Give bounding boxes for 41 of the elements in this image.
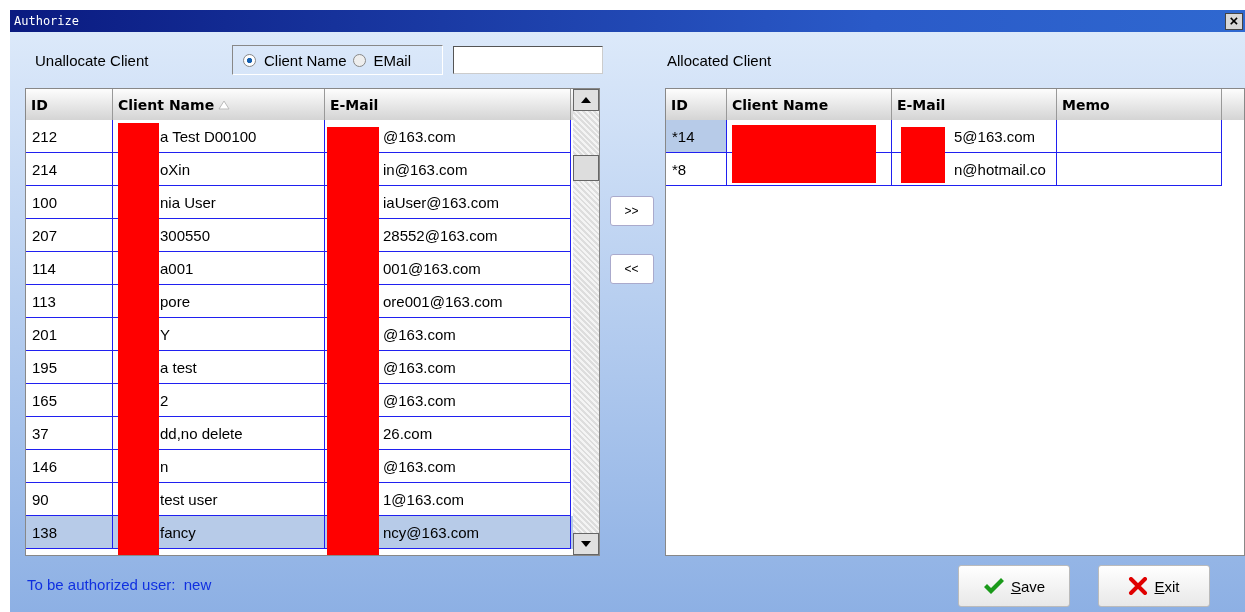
table-cell: 37	[26, 417, 113, 450]
search-by-radio[interactable]: EMail	[352, 51, 412, 69]
scroll-up-button[interactable]	[573, 89, 599, 111]
column-header[interactable]: Client Name	[727, 89, 892, 120]
status-text: To be authorized user: new	[26, 576, 213, 593]
scrollbar[interactable]	[573, 89, 599, 555]
table-cell: 100	[26, 186, 113, 219]
save-button[interactable]: Save	[958, 565, 1070, 607]
table-cell: 114	[26, 252, 113, 285]
scroll-down-button[interactable]	[573, 533, 599, 555]
column-header[interactable]: E-Mail	[892, 89, 1057, 120]
move-button[interactable]: >>	[609, 196, 654, 226]
check-icon	[982, 577, 1005, 595]
table-cell: 214	[26, 153, 113, 186]
scroll-thumb[interactable]	[573, 155, 599, 181]
close-icon	[1128, 577, 1149, 595]
table-cell: 207	[26, 219, 113, 252]
exit-button[interactable]: Exit	[1098, 565, 1210, 607]
move-button[interactable]: <<	[609, 254, 654, 284]
column-header[interactable]: ID	[26, 89, 113, 120]
table-cell: 146	[26, 450, 113, 483]
window-title: Authorize	[14, 14, 80, 28]
redaction-bar	[901, 127, 945, 183]
table-cell: 212	[26, 120, 113, 153]
table-cell: *14	[666, 120, 727, 153]
table-cell: 138	[26, 516, 113, 549]
column-header[interactable]: E-Mail	[325, 89, 571, 120]
table-cell: 195	[26, 351, 113, 384]
column-header[interactable]: Memo	[1057, 89, 1222, 120]
table-cell: 201	[26, 318, 113, 351]
unallocate-client-label: Unallocate Client	[34, 51, 150, 69]
search-field[interactable]	[453, 46, 603, 74]
search-by-radio[interactable]: Client Name	[243, 51, 347, 69]
table-cell: *8	[666, 153, 727, 186]
close-button[interactable]: ×	[1225, 12, 1243, 30]
down-arrow-icon	[581, 541, 591, 547]
table-cell: 113	[26, 285, 113, 318]
allocated-client-label: Allocated Client	[666, 51, 773, 69]
up-arrow-icon	[581, 97, 591, 103]
column-header[interactable]: Client Name	[113, 89, 325, 120]
table-cell: 165	[26, 384, 113, 417]
